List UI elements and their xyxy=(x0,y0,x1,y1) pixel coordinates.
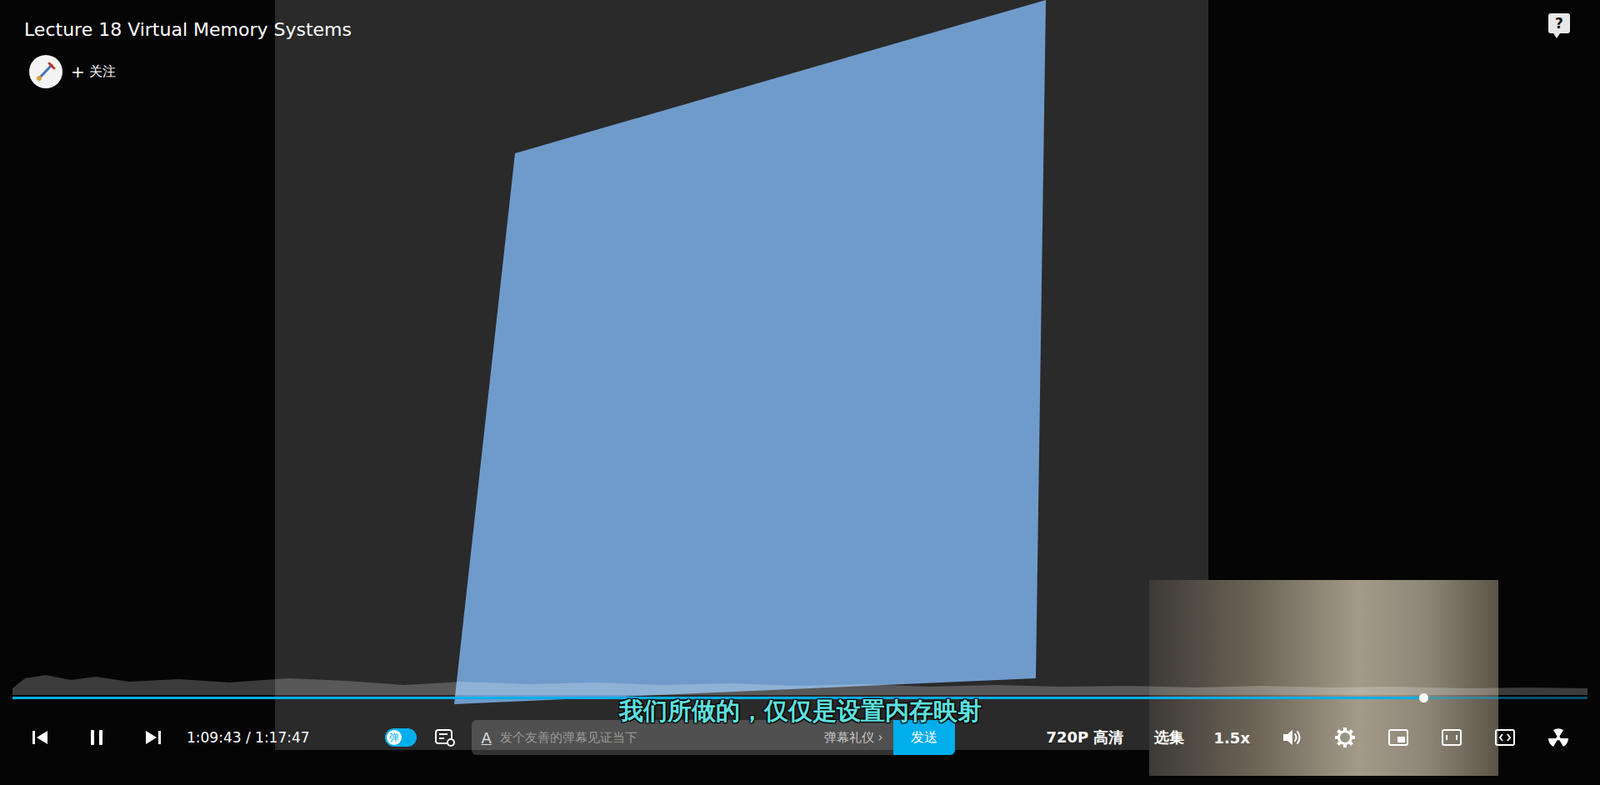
widescreen-icon[interactable] xyxy=(1440,725,1464,750)
episodes-button[interactable]: 选集 xyxy=(1154,727,1185,748)
energy-graph xyxy=(12,666,1588,695)
gear-icon[interactable] xyxy=(1333,725,1357,750)
previous-icon[interactable] xyxy=(28,725,52,750)
danmaku-toggle-label: 弹 xyxy=(386,730,402,745)
danmaku-toggle[interactable]: 弹 xyxy=(385,728,417,747)
camera-picture-in-picture[interactable] xyxy=(1149,580,1499,776)
chevron-icon: › xyxy=(878,730,884,745)
progress-knob[interactable] xyxy=(1419,693,1429,703)
danmaku-etiquette-link[interactable]: 弹幕礼仪 › xyxy=(824,730,884,746)
avatar-icon[interactable] xyxy=(29,55,63,89)
video-title: Lecture 18 Virtual Memory Systems xyxy=(24,18,352,42)
subtitle: 我们所做的，仅仅是设置内存映射 xyxy=(0,695,1600,729)
fullscreen-icon[interactable] xyxy=(1546,725,1570,750)
font-style-icon[interactable]: A xyxy=(481,729,492,747)
control-area: 1:09:43 / 1:17:47 弹 A 发个友善的弹幕见证当下 弹幕礼仪 ›… xyxy=(0,666,1600,785)
top-bar: Lecture 18 Virtual Memory Systems + 关注 xyxy=(0,0,376,107)
follow-label: 关注 xyxy=(89,63,116,81)
next-icon[interactable] xyxy=(141,725,165,750)
help-button[interactable]: ? xyxy=(1548,13,1570,34)
follow-button[interactable]: + 关注 xyxy=(70,61,116,82)
danmaku-settings-icon[interactable] xyxy=(433,725,457,750)
danmaku-placeholder: 发个友善的弹幕见证当下 xyxy=(500,730,816,746)
help-label: ? xyxy=(1555,15,1564,32)
time-display: 1:09:43 / 1:17:47 xyxy=(186,729,310,746)
playback-controls: 1:09:43 / 1:17:47 xyxy=(28,725,310,750)
plus-icon: + xyxy=(70,61,85,82)
video-player[interactable]: Lecture 18 Virtual Memory Systems + 关注 ?… xyxy=(0,0,1600,785)
speed-button[interactable]: 1.5x xyxy=(1214,729,1251,747)
picture-in-picture-icon[interactable] xyxy=(1386,725,1410,750)
player-settings: 720P 高清 选集 1.5x xyxy=(1045,725,1570,750)
web-fullscreen-icon[interactable] xyxy=(1493,725,1517,750)
quality-button[interactable]: 720P 高清 xyxy=(1045,727,1124,748)
pause-icon[interactable] xyxy=(85,725,109,750)
send-button[interactable]: 发送 xyxy=(893,720,955,755)
danmaku-area: 弹 A 发个友善的弹幕见证当下 弹幕礼仪 › 发送 xyxy=(385,720,955,755)
uploader: + 关注 xyxy=(29,55,352,89)
volume-icon[interactable] xyxy=(1280,725,1304,750)
danmaku-input[interactable]: A 发个友善的弹幕见证当下 弹幕礼仪 › xyxy=(471,720,894,755)
